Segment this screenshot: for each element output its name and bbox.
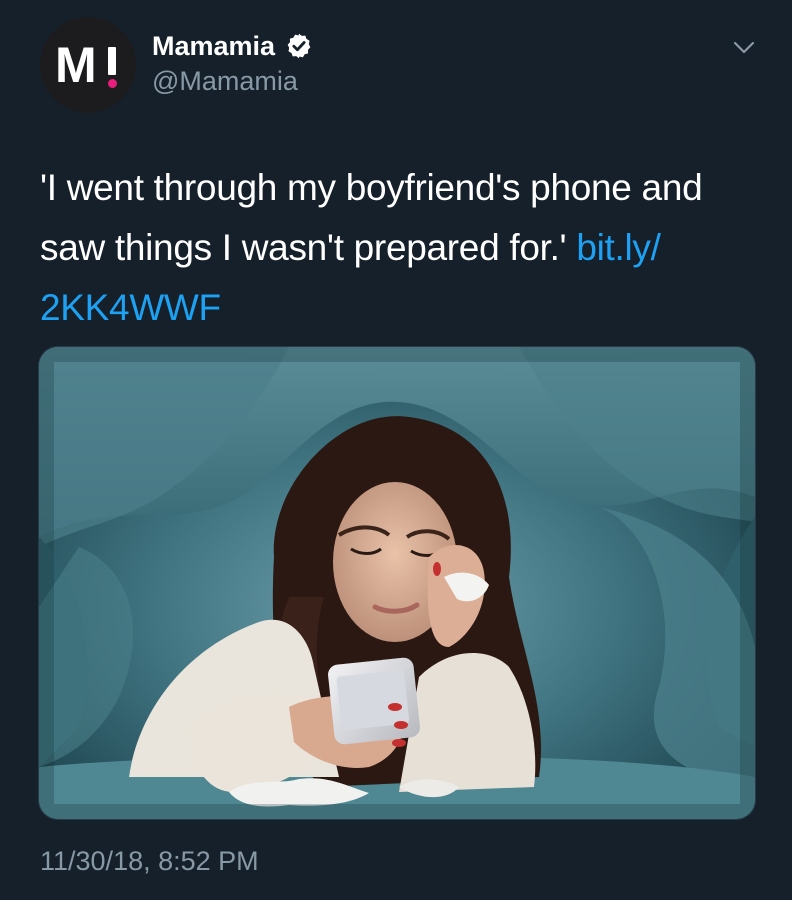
tweet-card: M Mamamia @Mamamia 'I went through my bo… (0, 0, 792, 900)
avatar[interactable]: M (40, 17, 136, 113)
photo-image[interactable] (39, 347, 755, 819)
tweet-text: 'I went through my boyfriend's phone and… (40, 158, 760, 338)
avatar-exclamation-bar (108, 47, 116, 75)
avatar-letter: M (55, 37, 97, 93)
avatar-exclamation-dot (108, 79, 117, 88)
author-name-row[interactable]: Mamamia (152, 28, 313, 64)
author-handle[interactable]: @Mamamia (152, 64, 298, 98)
tweet-link-part2[interactable]: 2KK4WWF (40, 287, 221, 328)
tweet-link-part1[interactable]: bit.ly/ (576, 227, 661, 268)
verified-badge-icon (287, 33, 311, 59)
display-name[interactable]: Mamamia (152, 31, 275, 62)
tweet-photo[interactable] (38, 346, 756, 820)
tweet-timestamp[interactable]: 11/30/18, 8:52 PM (40, 843, 259, 879)
tweet-text-line2: saw things I wasn't prepared for.' (40, 227, 577, 268)
chevron-down-icon[interactable] (732, 38, 756, 58)
tweet-text-line1: 'I went through my boyfriend's phone and (40, 167, 703, 208)
